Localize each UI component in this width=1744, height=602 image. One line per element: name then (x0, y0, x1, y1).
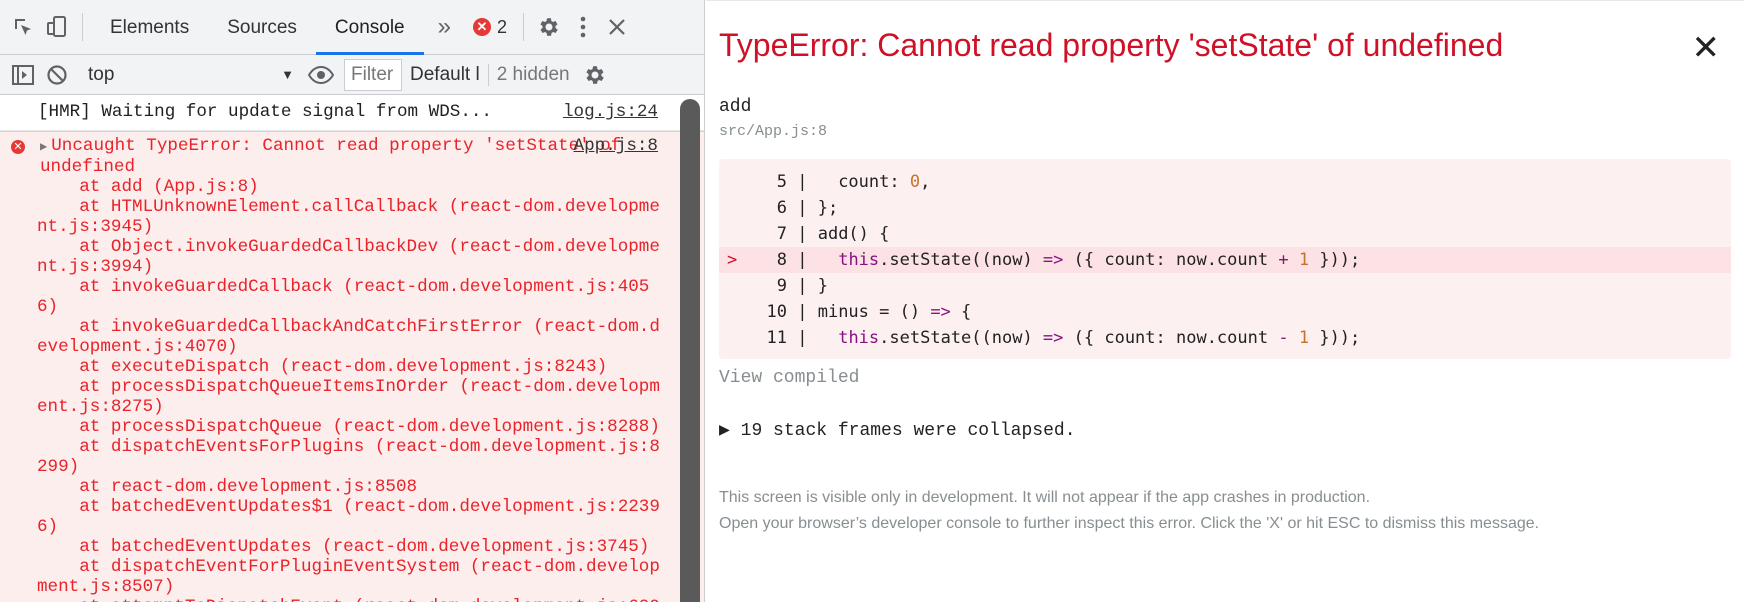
stack-frame[interactable]: at dispatchEventsForPlugins (react-dom.d… (37, 437, 664, 477)
line-number: 9 (776, 276, 787, 296)
line-number: 8 (776, 250, 787, 270)
stack-frame[interactable]: at invokeGuardedCallbackAndCatchFirstErr… (37, 317, 664, 357)
footer-line-2: Open your browser’s developer console to… (719, 515, 1540, 532)
devtools-panel: Elements Sources Console » ✕ 2 top ▼ Fil… (0, 0, 705, 602)
stack-frame[interactable]: at attemptToDispatchEvent (react-dom.dev… (37, 597, 664, 602)
line-number: 5 (776, 172, 787, 192)
clear-console-icon[interactable] (40, 58, 74, 92)
error-count-badge[interactable]: ✕ 2 (465, 17, 515, 38)
console-output: [HMR] Waiting for update signal from WDS… (0, 95, 704, 602)
tab-sources[interactable]: Sources (208, 0, 316, 55)
stack-frame[interactable]: at dispatchEventForPluginEventSystem (re… (37, 557, 664, 597)
view-compiled-link[interactable]: View compiled (719, 368, 859, 388)
error-overlay: TypeError: Cannot read property 'setStat… (706, 0, 1744, 602)
toolbar-divider (523, 13, 524, 41)
footer-note: This screen is visible only in developme… (719, 485, 1539, 537)
code-text: count: 0, (817, 172, 931, 192)
close-overlay-icon[interactable]: ✕ (1692, 31, 1721, 65)
log-source-link[interactable]: log.js:24 (563, 102, 658, 122)
stack-frame[interactable]: at Object.invokeGuardedCallbackDev (reac… (37, 237, 664, 277)
code-text: add() { (817, 224, 890, 244)
code-line: 6 | }; (719, 195, 1731, 221)
code-text: minus = () => { (817, 302, 972, 322)
code-text: } (817, 276, 828, 296)
error-source-link[interactable]: App.js:8 (574, 136, 658, 156)
code-snippet: 5 | count: 0, 6 | }; 7 | add() {>8 | this.… (719, 159, 1731, 359)
settings-gear-icon[interactable] (532, 10, 566, 44)
line-number: 6 (776, 198, 787, 218)
stack-frame[interactable]: at processDispatchQueueItemsInOrder (rea… (37, 377, 664, 417)
tab-console[interactable]: Console (315, 0, 424, 55)
error-count: 2 (496, 16, 507, 37)
log-text: [HMR] Waiting for update signal from WDS… (38, 102, 492, 122)
frame-source-path[interactable]: src/App.js:8 (719, 123, 827, 140)
code-text: this.setState((now) => ({ count: now.cou… (838, 250, 1361, 270)
stack-frame[interactable]: at add (App.js:8) (37, 177, 664, 197)
code-text: }; (817, 198, 839, 218)
frame-function-name: add (719, 97, 752, 117)
code-line-highlighted: >8 | this.setState((now) => ({ count: no… (719, 247, 1731, 273)
tab-elements[interactable]: Elements (91, 0, 208, 55)
stack-frame[interactable]: at invokeGuardedCallback (react-dom.deve… (37, 277, 664, 317)
stack-trace: at add (App.js:8) at HTMLUnknownElement.… (36, 177, 664, 602)
more-tabs-chevron-icon[interactable]: » (424, 13, 465, 41)
error-header[interactable]: ▶ Uncaught TypeError: Cannot read propert… (36, 136, 664, 177)
code-line: 9 | } (719, 273, 1731, 299)
device-toolbar-icon[interactable] (40, 10, 74, 44)
stack-frame[interactable]: at react-dom.development.js:8508 (37, 477, 664, 497)
filter-input[interactable] (344, 58, 402, 91)
toolbar-divider (82, 13, 83, 41)
code-line: 10 | minus = () => { (719, 299, 1731, 325)
stack-frame[interactable]: at HTMLUnknownElement.callCallback (reac… (37, 197, 664, 237)
console-error-message: ✕ App.js:8 ▶ Uncaught TypeError: Cannot r… (0, 131, 704, 602)
more-options-kebab-icon[interactable] (566, 10, 600, 44)
error-icon: ✕ (11, 140, 25, 154)
dropdown-arrow-icon: ▼ (281, 67, 294, 82)
footer-line-1: This screen is visible only in developme… (719, 489, 1371, 506)
stack-frame[interactable]: at processDispatchQueue (react-dom.devel… (37, 417, 664, 437)
context-selector[interactable]: top ▼ (78, 60, 304, 90)
console-scrollbar[interactable] (680, 99, 700, 602)
show-sidebar-icon[interactable] (6, 58, 40, 92)
devtools-tabbar: Elements Sources Console » ✕ 2 (0, 0, 704, 55)
line-number: 7 (776, 224, 787, 244)
stack-frame[interactable]: at executeDispatch (react-dom.developmen… (37, 357, 664, 377)
collapsed-frames-toggle[interactable]: ▶ 19 stack frames were collapsed. (719, 419, 1076, 441)
log-levels-dropdown[interactable]: Default l (402, 64, 488, 86)
stack-frame[interactable]: at batchedEventUpdates$1 (react-dom.deve… (37, 497, 664, 537)
line-number: 11 (766, 328, 787, 348)
expand-triangle-icon[interactable]: ▶ (40, 140, 47, 154)
stack-frame[interactable]: at batchedEventUpdates (react-dom.develo… (37, 537, 664, 557)
live-expression-eye-icon[interactable] (304, 58, 338, 92)
code-line: 7 | add() { (719, 221, 1731, 247)
console-settings-gear-icon[interactable] (578, 58, 612, 92)
console-toolbar: top ▼ Default l 2 hidden (0, 55, 704, 95)
error-line-marker: > (727, 250, 738, 270)
hidden-messages-count: 2 hidden (487, 63, 578, 86)
context-value: top (88, 63, 115, 85)
console-log-message: [HMR] Waiting for update signal from WDS… (0, 95, 704, 131)
code-line: 5 | count: 0, (719, 169, 1731, 195)
code-line: 11 | this.setState((now) => ({ count: no… (719, 325, 1731, 351)
close-devtools-icon[interactable] (600, 10, 634, 44)
line-number: 10 (766, 302, 787, 322)
error-text: Uncaught TypeError: Cannot read property… (40, 136, 632, 177)
error-icon: ✕ (472, 18, 491, 36)
error-title: TypeError: Cannot read property 'setStat… (719, 27, 1504, 63)
code-text: this.setState((now) => ({ count: now.cou… (838, 328, 1361, 348)
inspect-element-icon[interactable] (6, 10, 40, 44)
